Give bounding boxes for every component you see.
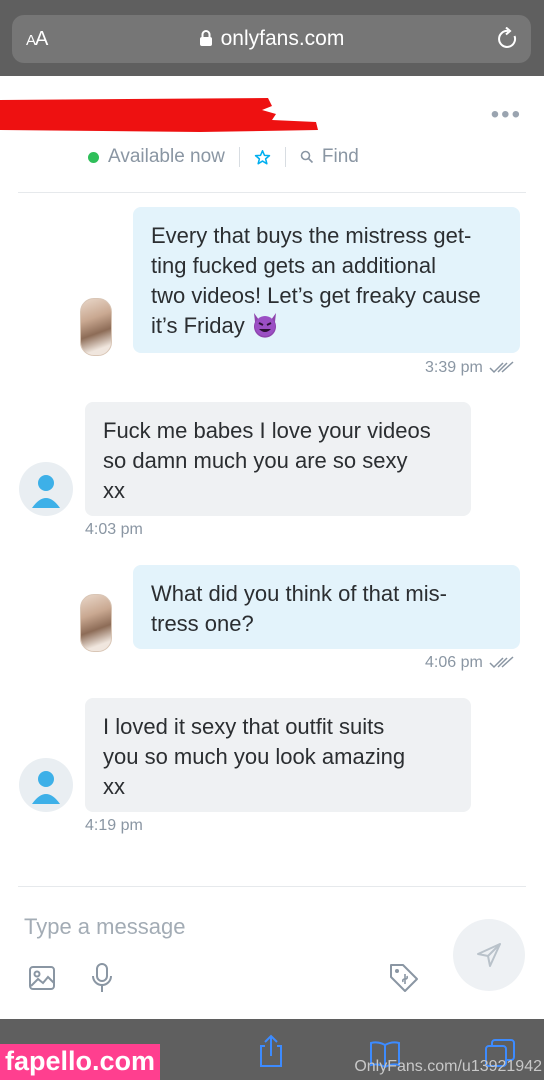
more-options-icon[interactable]: ••• <box>491 103 522 127</box>
divider <box>284 147 286 167</box>
message-line: ting fucked gets an additional <box>151 253 436 278</box>
message-input[interactable]: Type a message <box>24 914 185 940</box>
header-divider <box>18 192 526 193</box>
message-line: I loved it sexy that outfit suits <box>103 714 385 739</box>
message-line: two videos! Let’s get freaky cause <box>151 283 481 308</box>
url-field[interactable]: AA onlyfans.com <box>12 15 531 63</box>
compose-divider <box>18 886 526 887</box>
smiling-devil-emoji-icon <box>253 313 276 338</box>
send-icon <box>477 943 501 967</box>
chat-status-row: Available now Find <box>88 146 359 168</box>
message-time: 4:19 pm <box>85 817 143 834</box>
fan-avatar[interactable] <box>19 758 73 812</box>
divider <box>238 147 240 167</box>
online-dot-icon <box>88 151 99 163</box>
star-icon[interactable] <box>254 149 271 166</box>
share-icon[interactable] <box>257 1034 285 1068</box>
creator-avatar[interactable] <box>80 298 112 356</box>
message-line: What did you think of that mis- <box>151 581 447 606</box>
message-line: Fuck me babes I love your videos <box>103 418 431 443</box>
browser-address-bar: AA onlyfans.com <box>0 0 544 76</box>
message-time: 4:06 pm <box>425 654 515 672</box>
send-button[interactable] <box>453 919 525 991</box>
image-icon[interactable] <box>28 964 56 992</box>
watermark-right: OnlyFans.com/u13921942 <box>354 1058 542 1075</box>
find-button[interactable]: Find <box>322 146 359 168</box>
message-line: xx <box>103 774 125 799</box>
fan-avatar[interactable] <box>19 462 73 516</box>
watermark-left: fapello.com <box>0 1044 160 1080</box>
message-line: so damn much you are so sexy <box>103 448 408 473</box>
message-bubble: I loved it sexy that outfit suits you so… <box>85 698 471 812</box>
message-bubble: Every that buys the mistress get- ting f… <box>133 207 520 353</box>
url-label: onlyfans.com <box>220 27 345 50</box>
message-line: it’s Friday <box>151 313 245 338</box>
read-checkmarks-icon <box>489 656 514 669</box>
message-line: Every that buys the mistress get- <box>151 223 472 248</box>
message-line: you so much you look amazing <box>103 744 406 769</box>
read-checkmarks-icon <box>489 361 514 374</box>
redaction-mark <box>0 98 318 132</box>
message-line: xx <box>103 478 125 503</box>
search-icon[interactable] <box>300 150 314 164</box>
microphone-icon[interactable] <box>90 962 114 994</box>
reload-icon[interactable] <box>497 27 519 51</box>
availability-status: Available now <box>108 146 225 167</box>
price-tag-icon[interactable] <box>388 962 420 994</box>
user-icon <box>32 475 60 508</box>
url-text[interactable]: onlyfans.com <box>12 27 531 51</box>
message-line: tress one? <box>151 611 254 636</box>
message-bubble: What did you think of that mis- tress on… <box>133 565 520 649</box>
message-time: 4:03 pm <box>85 521 143 538</box>
creator-avatar[interactable] <box>80 594 112 652</box>
user-icon <box>32 771 60 804</box>
lock-icon <box>199 30 212 46</box>
message-bubble: Fuck me babes I love your videos so damn… <box>85 402 471 516</box>
message-time: 3:39 pm <box>425 359 515 377</box>
